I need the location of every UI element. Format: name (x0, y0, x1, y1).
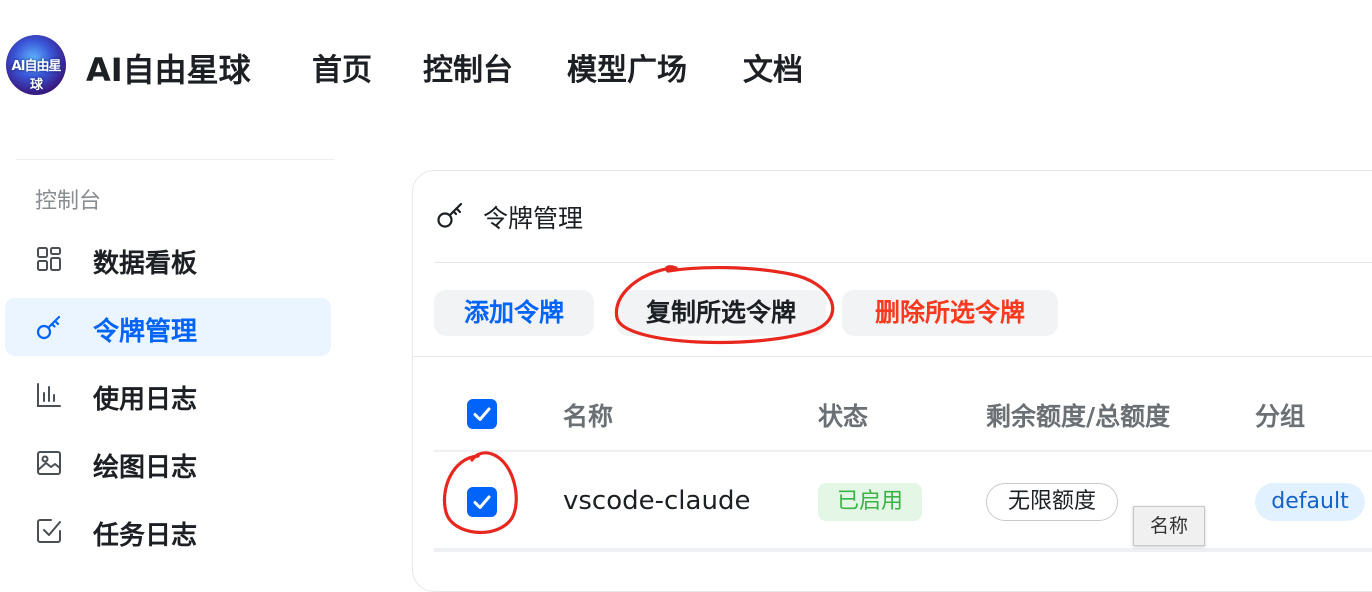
token-name: vscode-claude (563, 486, 751, 516)
sidebar-item-label: 令牌管理 (93, 317, 198, 347)
logo[interactable]: AI自由星球 (6, 35, 66, 95)
checkmark-icon (473, 407, 491, 421)
nav-console[interactable]: 控制台 (423, 45, 513, 89)
nav-model-square[interactable]: 模型广场 (567, 45, 687, 89)
sidebar-item-dashboard[interactable]: 数据看板 (5, 230, 331, 288)
divider (434, 262, 1372, 263)
dashboard-grid-icon (37, 247, 61, 271)
checkmark-icon (473, 495, 491, 509)
nav-home[interactable]: 首页 (312, 45, 372, 89)
row-divider (434, 548, 1372, 552)
select-all-checkbox[interactable] (467, 399, 497, 429)
key-icon (437, 202, 463, 228)
task-check-icon (37, 519, 61, 543)
quota-badge: 无限额度 (986, 483, 1118, 521)
sidebar-item-label: 使用日志 (93, 385, 198, 415)
column-header-name[interactable]: 名称 (563, 397, 613, 433)
sidebar-item-label: 数据看板 (93, 249, 198, 279)
sidebar-item-drawing-log[interactable]: 绘图日志 (5, 434, 331, 492)
divider (414, 356, 1372, 357)
copy-selected-tokens-button[interactable]: 复制所选令牌 (616, 290, 826, 336)
sidebar-item-tokens[interactable]: 令牌管理 (5, 298, 331, 356)
tooltip: 名称 (1133, 506, 1205, 546)
column-header-group[interactable]: 分组 (1255, 397, 1305, 433)
sidebar-item-task-log[interactable]: 任务日志 (5, 502, 331, 560)
card-title: 令牌管理 (483, 204, 584, 233)
sidebar-item-usage-log[interactable]: 使用日志 (5, 366, 331, 424)
nav-docs[interactable]: 文档 (743, 45, 803, 89)
sidebar-item-label: 绘图日志 (93, 453, 198, 483)
image-icon (37, 451, 61, 475)
sidebar-divider (16, 159, 334, 160)
row-checkbox[interactable] (467, 487, 497, 517)
status-badge: 已启用 (818, 483, 922, 521)
column-header-status[interactable]: 状态 (818, 397, 868, 433)
column-header-quota[interactable]: 剩余额度/总额度 (986, 397, 1170, 433)
add-token-button[interactable]: 添加令牌 (434, 290, 594, 336)
sidebar-item-label: 任务日志 (93, 521, 198, 551)
delete-selected-tokens-button[interactable]: 删除所选令牌 (842, 290, 1058, 336)
group-badge: default (1255, 483, 1365, 521)
sidebar-section-title: 控制台 (35, 189, 102, 214)
logo-text: AI自由星球 (11, 59, 62, 93)
key-icon (36, 315, 61, 340)
bar-chart-icon (37, 383, 61, 407)
brand-title[interactable]: AI自由星球 (86, 45, 251, 91)
